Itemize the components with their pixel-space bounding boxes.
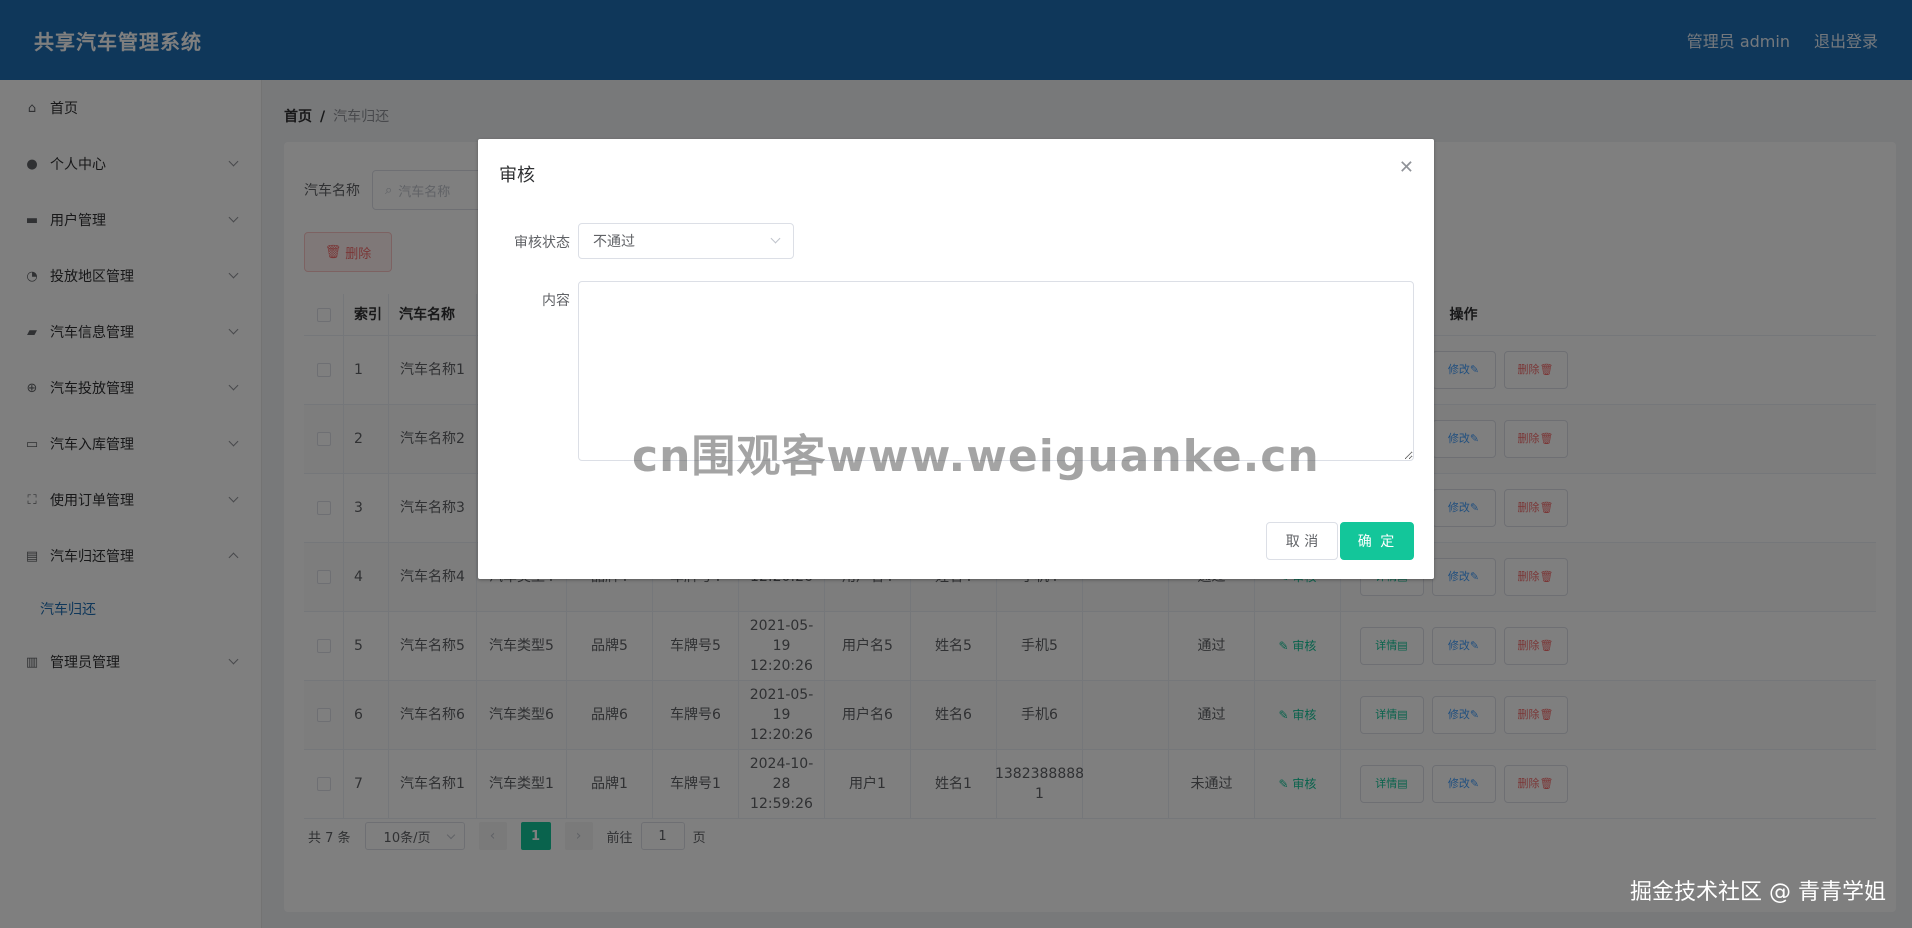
- review-dialog: 审核 ✕ 审核状态 不通过 内容 取 消 确 定: [478, 139, 1434, 579]
- review-status-select[interactable]: 不通过: [578, 223, 794, 259]
- content-label: 内容: [542, 293, 570, 309]
- cancel-button[interactable]: 取 消: [1266, 522, 1338, 560]
- confirm-button[interactable]: 确 定: [1340, 522, 1414, 560]
- chevron-down-icon: [770, 233, 781, 244]
- dialog-title: 审核: [499, 165, 535, 186]
- close-icon[interactable]: ✕: [1399, 157, 1414, 178]
- watermark-text: cn围观客www.weiguanke.cn: [632, 431, 1320, 482]
- review-status-value: 不通过: [593, 234, 635, 250]
- corner-watermark: 掘金技术社区 @ 青青学姐: [1630, 880, 1886, 905]
- review-status-label: 审核状态: [514, 235, 570, 251]
